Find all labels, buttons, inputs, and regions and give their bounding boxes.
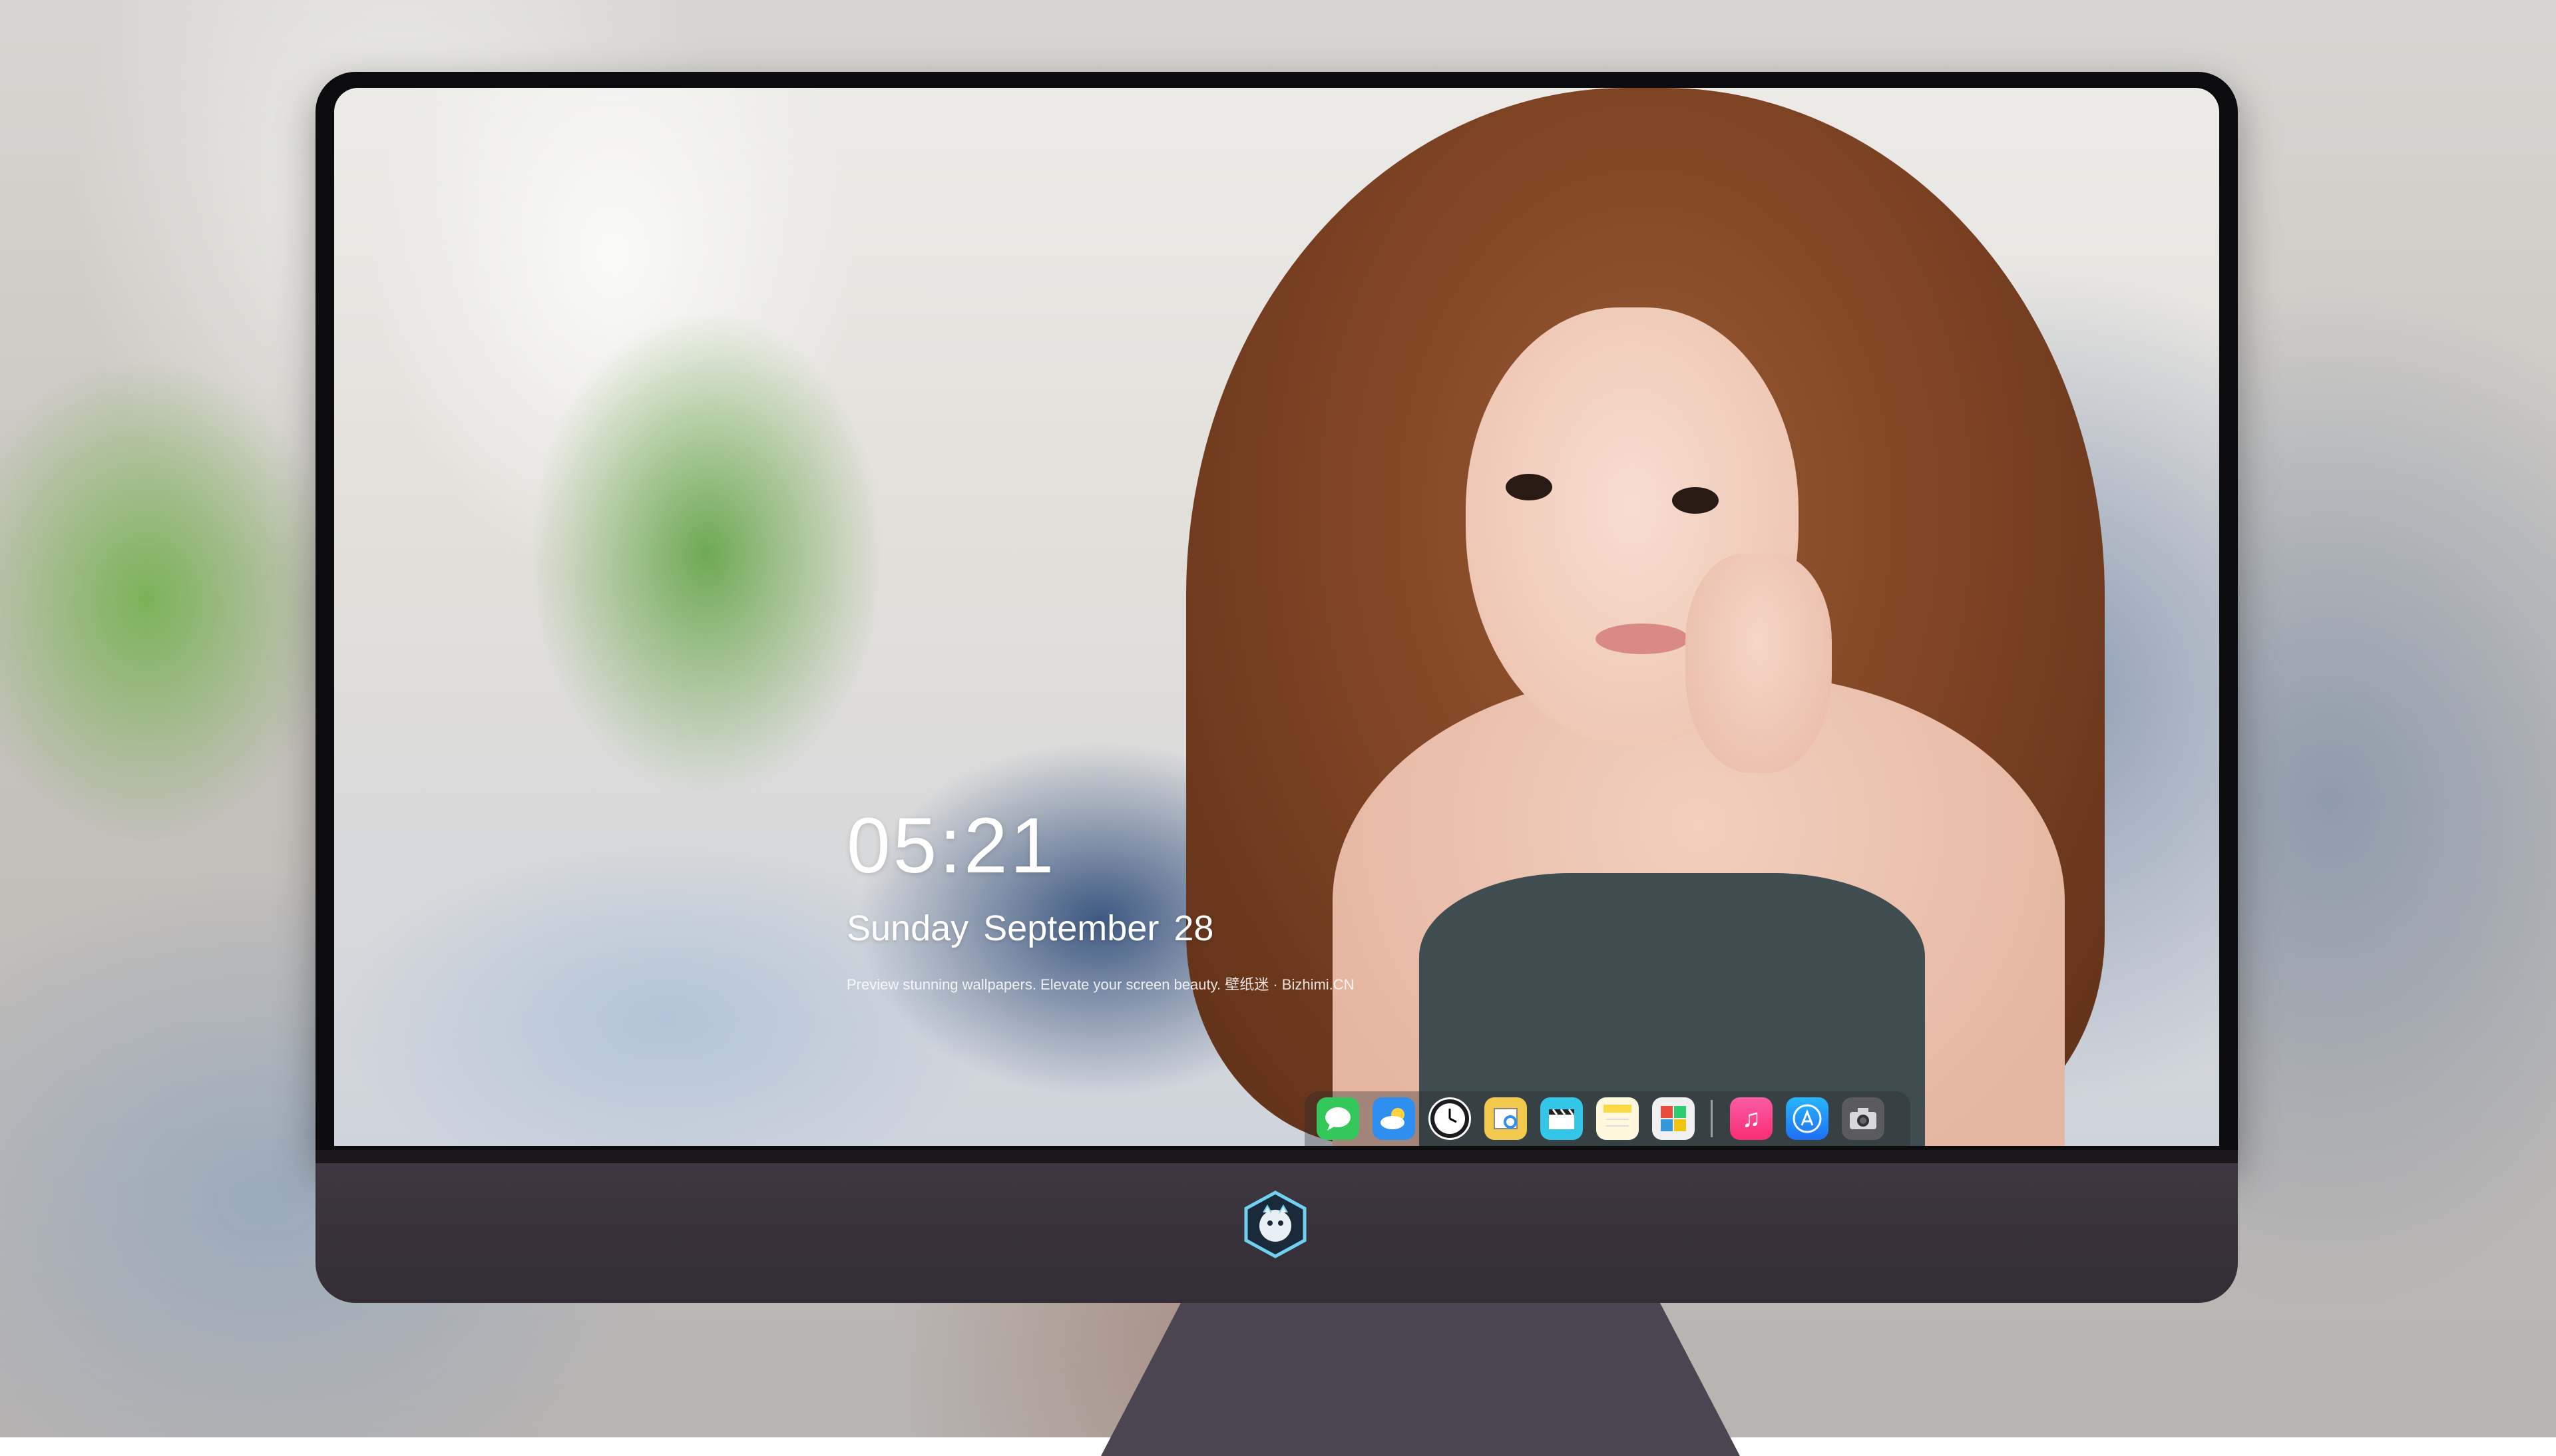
- dock-separator: [1711, 1100, 1713, 1137]
- clock-weekday: Sunday: [847, 908, 968, 948]
- photo-booth-icon[interactable]: [1652, 1097, 1695, 1140]
- clock-month: September: [983, 908, 1159, 948]
- weather-icon[interactable]: [1373, 1097, 1415, 1140]
- wallpaper-eye-right: [1672, 487, 1719, 514]
- clock-time: 05:21: [847, 807, 1355, 885]
- messages-icon[interactable]: [1317, 1097, 1359, 1140]
- monitor: 05:21 Sunday September 28 Preview stunning…: [316, 72, 2238, 1296]
- wallpaper-hand: [1685, 554, 1832, 773]
- bizhimi-logo-icon: [1241, 1190, 1310, 1259]
- desktop-screen: 05:21 Sunday September 28 Preview stunning…: [334, 88, 2219, 1146]
- wallpaper-eye-left: [1506, 474, 1552, 500]
- wallpaper-lips: [1596, 624, 1689, 654]
- music-icon[interactable]: ♫: [1730, 1097, 1773, 1140]
- lock-screen-clock: 05:21 Sunday September 28 Preview stunning…: [847, 807, 1355, 994]
- dock: ♫: [1305, 1091, 1910, 1146]
- monitor-stand: [1101, 1303, 1740, 1456]
- notes-icon[interactable]: [1596, 1097, 1639, 1140]
- clock-date: Sunday September 28: [847, 910, 1355, 946]
- clock-icon[interactable]: [1428, 1097, 1471, 1140]
- monitor-bezel: 05:21 Sunday September 28 Preview stunning…: [316, 72, 2238, 1163]
- clips-icon[interactable]: [1540, 1097, 1583, 1140]
- app-store-icon[interactable]: [1786, 1097, 1828, 1140]
- camera-icon[interactable]: [1842, 1097, 1884, 1140]
- clock-day: 28: [1173, 908, 1213, 948]
- screen-bottom-edge: [316, 1150, 2238, 1163]
- wallpaper-tagline: Preview stunning wallpapers. Elevate you…: [847, 973, 1355, 994]
- preview-icon[interactable]: [1484, 1097, 1527, 1140]
